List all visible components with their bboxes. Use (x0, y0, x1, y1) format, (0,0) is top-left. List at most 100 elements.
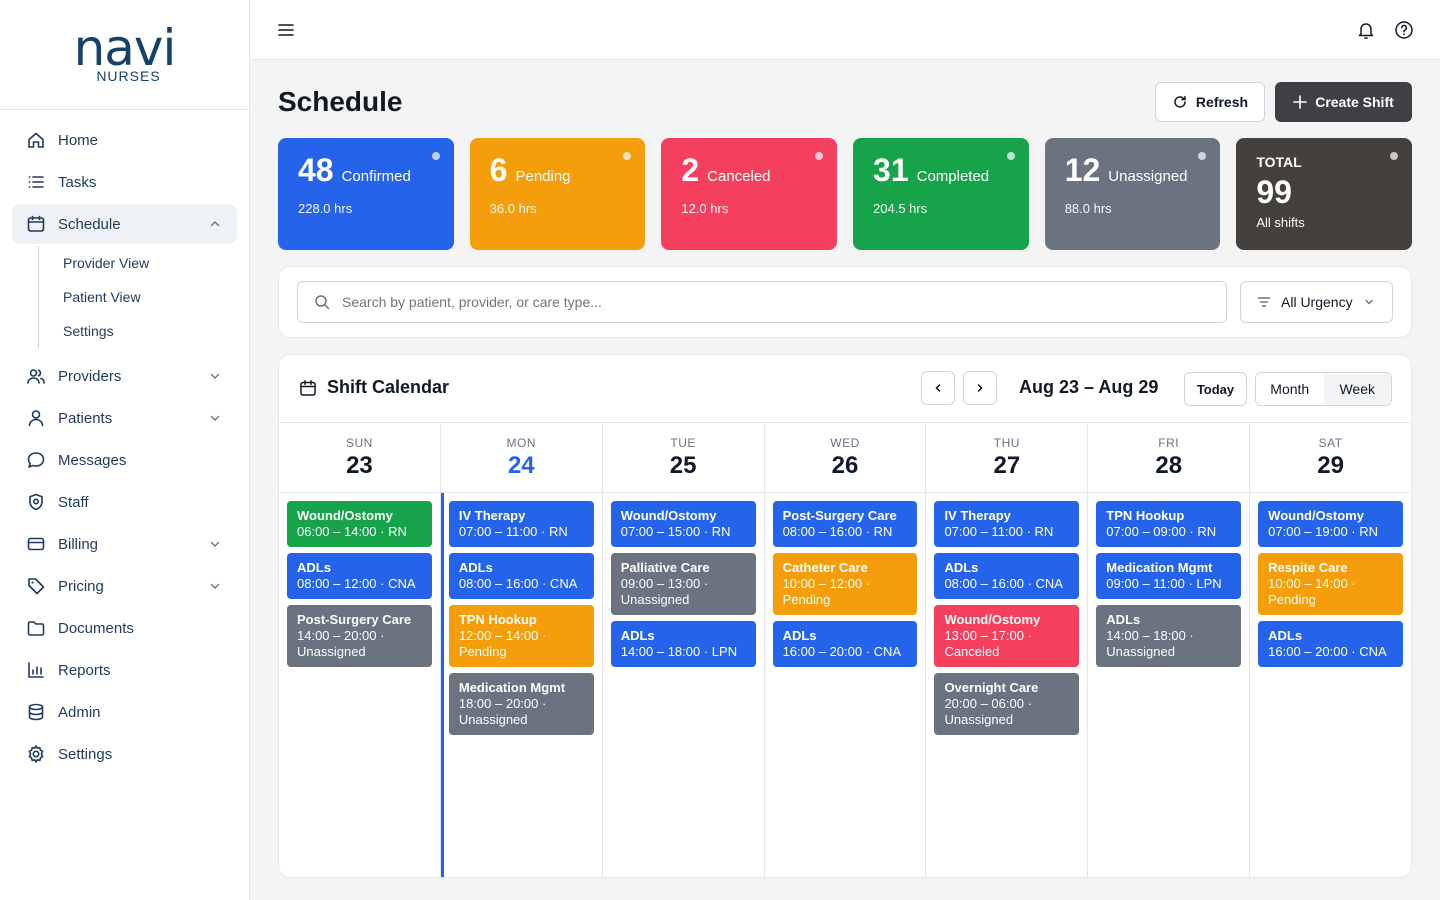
subnav-item-patient-view[interactable]: Patient View (39, 280, 237, 314)
stat-card-unassigned[interactable]: 12 Unassigned 88.0 hrs (1044, 138, 1221, 250)
shift-title: Post-Surgery Care (782, 508, 897, 523)
day-number: 26 (831, 452, 859, 479)
search-box[interactable] (297, 281, 1227, 323)
shift-detail: 07:00 – 11:00 · RN (458, 524, 568, 539)
sidebar-item-reports[interactable]: Reports (12, 650, 237, 690)
stats-row: 48 Confirmed 228.0 hrs 6 Pending 36.0 hr… (278, 138, 1413, 250)
shift-title: ADLs (1106, 612, 1141, 627)
sidebar-item-patients[interactable]: Patients (12, 398, 237, 438)
sidebar-item-schedule[interactable]: Schedule (12, 204, 237, 244)
sidebar-item-pricing[interactable]: Pricing (12, 566, 237, 606)
shift-block[interactable]: Palliative Care 09:00 – 13:00 · Unassign… (610, 553, 756, 615)
sidebar-item-label: Messages (58, 451, 127, 469)
chevron-down-icon (207, 368, 223, 384)
day-column-thu: THU 27 IV Therapy 07:00 – 11:00 · RN ADL… (926, 423, 1089, 877)
status-dot (1198, 152, 1207, 160)
refresh-label: Refresh (1195, 94, 1249, 110)
shift-block[interactable]: Catheter Care 10:00 – 12:00 · Pending (772, 553, 918, 615)
shift-detail: 08:00 – 16:00 · CNA (458, 576, 578, 591)
shift-detail: 14:00 – 18:00 · Unassigned (1106, 628, 1194, 659)
day-shifts: IV Therapy 07:00 – 11:00 · RN ADLs 08:00… (441, 493, 602, 735)
create-shift-label: Create Shift (1315, 94, 1394, 110)
shift-block[interactable]: Respite Care 10:00 – 14:00 · Pending (1258, 553, 1404, 615)
stat-card-confirmed[interactable]: 48 Confirmed 228.0 hrs (278, 138, 454, 250)
shift-title: ADLs (782, 628, 817, 643)
sidebar-item-messages[interactable]: Messages (12, 440, 237, 480)
sidebar-item-tasks[interactable]: Tasks (12, 162, 237, 202)
stat-count: 31 (873, 152, 909, 188)
create-shift-button[interactable]: Create Shift (1275, 82, 1412, 122)
shift-block[interactable]: Post-Surgery Care 14:00 – 20:00 · Unassi… (287, 605, 432, 667)
status-dot (1006, 152, 1015, 160)
sidebar-item-documents[interactable]: Documents (12, 608, 237, 648)
shift-block[interactable]: ADLs 16:00 – 20:00 · CNA (1258, 621, 1404, 667)
status-dot (431, 152, 440, 160)
view-week-button[interactable]: Week (1323, 373, 1391, 405)
sidebar-item-admin[interactable]: Admin (12, 692, 237, 732)
database-icon (26, 702, 46, 722)
shift-block[interactable]: Wound/Ostomy 06:00 – 14:00 · RN (287, 501, 432, 547)
urgency-filter[interactable]: All Urgency (1240, 281, 1393, 323)
shift-title: Palliative Care (620, 560, 710, 575)
stat-card-total[interactable]: TOTAL 99 All shifts (1236, 138, 1413, 250)
sidebar-item-home[interactable]: Home (12, 120, 237, 160)
sidebar-item-label: Schedule (58, 215, 121, 233)
menu-icon[interactable] (276, 20, 296, 40)
day-number: 24 (507, 452, 535, 479)
shift-block[interactable]: ADLs 08:00 – 16:00 · CNA (448, 553, 594, 599)
shift-title: Wound/Ostomy (1268, 508, 1364, 523)
shift-block[interactable]: ADLs 14:00 – 18:00 · LPN (610, 621, 756, 667)
day-header: TUE 25 (602, 423, 764, 493)
next-week-button[interactable] (963, 371, 997, 405)
filter-icon (1257, 297, 1271, 307)
gear-icon (26, 744, 46, 764)
filter-bar: All Urgency (278, 266, 1412, 338)
shift-block[interactable]: Medication Mgmt 09:00 – 11:00 · LPN (1096, 553, 1242, 599)
logo[interactable]: navi NURSES (0, 0, 249, 110)
shift-block[interactable]: IV Therapy 07:00 – 11:00 · RN (448, 501, 594, 547)
help-icon[interactable] (1394, 20, 1414, 40)
shift-detail: 06:00 – 14:00 · RN (297, 524, 407, 539)
shift-detail: 07:00 – 19:00 · RN (1268, 524, 1379, 539)
shift-block[interactable]: ADLs 08:00 – 16:00 · CNA (934, 553, 1080, 599)
prev-week-button[interactable] (921, 371, 955, 405)
bell-icon[interactable] (1356, 20, 1376, 40)
shift-block[interactable]: ADLs 14:00 – 18:00 · Unassigned (1096, 605, 1242, 667)
today-button[interactable]: Today (1184, 372, 1247, 406)
shift-block[interactable]: ADLs 16:00 – 20:00 · CNA (772, 621, 918, 667)
shift-title: Wound/Ostomy (944, 612, 1041, 627)
search-input[interactable] (342, 294, 1202, 310)
shift-block[interactable]: TPN Hookup 07:00 – 09:00 · RN (1096, 501, 1242, 547)
day-name: THU (993, 436, 1020, 450)
subnav-item-settings[interactable]: Settings (39, 314, 237, 348)
view-month-button[interactable]: Month (1256, 373, 1324, 405)
shift-block[interactable]: Overnight Care 20:00 – 06:00 · Unassigne… (934, 673, 1080, 735)
shift-block[interactable]: IV Therapy 07:00 – 11:00 · RN (934, 501, 1080, 547)
sidebar-item-staff[interactable]: Staff (12, 482, 237, 522)
sidebar-item-billing[interactable]: Billing (12, 524, 237, 564)
calendar-header: Shift Calendar Aug 23 – Aug 29 Today Mon… (279, 355, 1411, 423)
stat-hours: 228.0 hrs (298, 201, 353, 216)
stat-card-completed[interactable]: 31 Completed 204.5 hrs (853, 138, 1029, 250)
shift-block[interactable]: Wound/Ostomy 07:00 – 19:00 · RN (1258, 501, 1404, 547)
stat-card-pending[interactable]: 6 Pending 36.0 hrs (469, 138, 646, 250)
stat-card-canceled[interactable]: 2 Canceled 12.0 hrs (661, 138, 838, 250)
shift-title: ADLs (944, 560, 979, 575)
day-name: SAT (1318, 436, 1343, 450)
shift-block[interactable]: ADLs 08:00 – 12:00 · CNA (287, 553, 432, 599)
shift-block[interactable]: Wound/Ostomy 07:00 – 15:00 · RN (610, 501, 756, 547)
sidebar-item-providers[interactable]: Providers (12, 356, 237, 396)
sidebar-item-settings[interactable]: Settings (12, 734, 237, 774)
shift-block[interactable]: Wound/Ostomy 13:00 – 17:00 · Canceled (934, 605, 1080, 667)
refresh-button[interactable]: Refresh (1155, 82, 1265, 122)
calendar-title: Shift Calendar (299, 377, 449, 398)
shift-block[interactable]: Medication Mgmt 18:00 – 20:00 · Unassign… (448, 673, 594, 735)
shift-detail: 16:00 – 20:00 · CNA (1268, 644, 1387, 659)
shift-detail: 18:00 – 20:00 · Unassigned (458, 696, 547, 727)
shift-block[interactable]: Post-Surgery Care 08:00 – 16:00 · RN (772, 501, 918, 547)
day-name: TUE (670, 436, 696, 450)
shift-title: Wound/Ostomy (620, 508, 717, 523)
subnav-item-provider-view[interactable]: Provider View (39, 246, 237, 280)
shift-block[interactable]: TPN Hookup 12:00 – 14:00 · Pending (448, 605, 594, 667)
stat-count: 2 (681, 152, 700, 188)
